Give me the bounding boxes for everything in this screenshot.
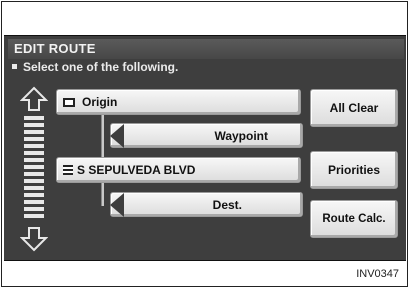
figure-frame: EDIT ROUTE Select one of the following. …	[1, 1, 408, 287]
all-clear-button[interactable]: All Clear	[310, 89, 398, 127]
scroll-scale[interactable]	[24, 116, 44, 221]
origin-label: Origin	[82, 95, 118, 109]
nav-screen: EDIT ROUTE Select one of the following. …	[4, 35, 406, 261]
waypoint-label: Waypoint	[214, 128, 268, 143]
all-clear-label: All Clear	[329, 101, 379, 115]
street-button[interactable]: S SEPULVEDA BLVD	[56, 157, 301, 183]
priorities-button[interactable]: Priorities	[310, 151, 398, 189]
bullet-icon	[12, 64, 17, 69]
screen-title: EDIT ROUTE	[8, 39, 404, 59]
dest-label: Dest.	[212, 197, 242, 212]
origin-button[interactable]: Origin	[56, 89, 301, 115]
instruction-label: Select one of the following.	[23, 60, 179, 74]
route-calc-label: Route Calc.	[322, 213, 386, 225]
street-icon	[63, 165, 73, 175]
waypoint-button[interactable]: Waypoint	[110, 123, 303, 148]
priorities-label: Priorities	[327, 163, 381, 177]
scroll-up-icon[interactable]	[20, 86, 48, 112]
waypoint-notch	[110, 124, 124, 148]
dest-notch	[110, 193, 124, 217]
street-label: S SEPULVEDA BLVD	[77, 163, 196, 177]
route-calc-button[interactable]: Route Calc.	[310, 200, 398, 238]
figure-code: INV0347	[356, 268, 399, 280]
instruction-text: Select one of the following.	[12, 60, 178, 80]
scroll-down-icon[interactable]	[20, 226, 48, 252]
flag-icon	[63, 97, 75, 107]
destination-button[interactable]: Dest.	[110, 192, 303, 217]
